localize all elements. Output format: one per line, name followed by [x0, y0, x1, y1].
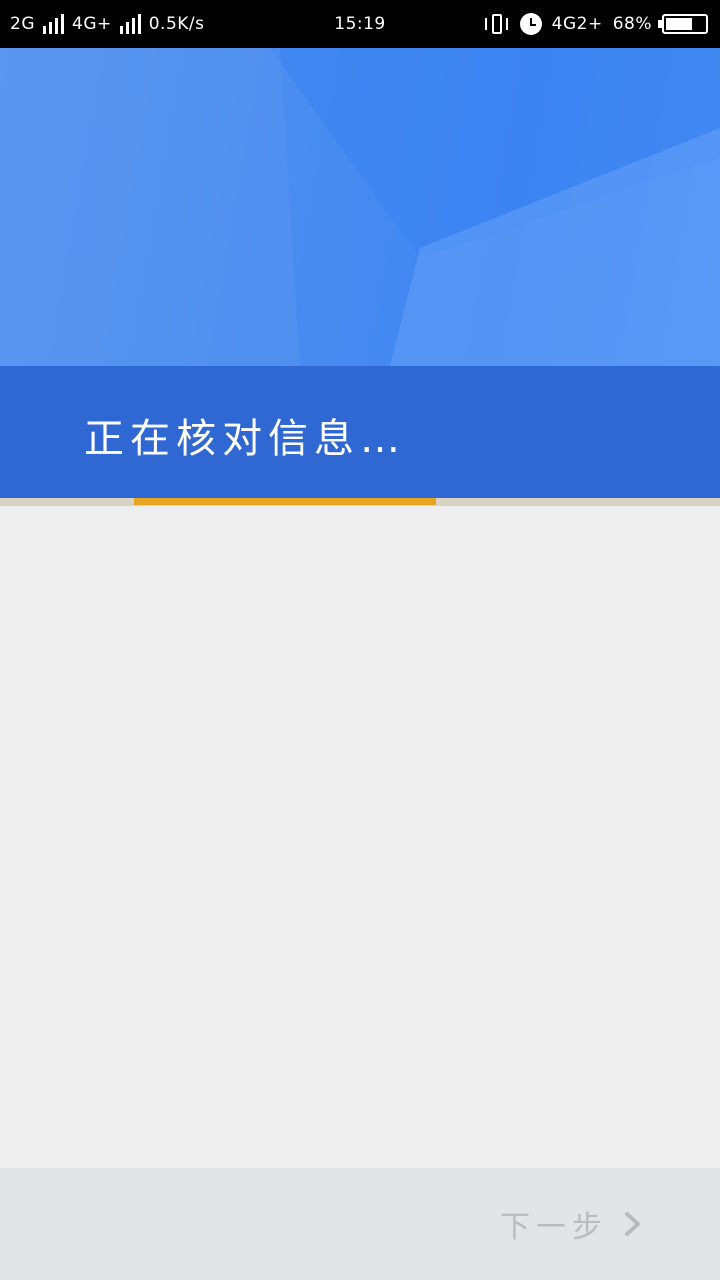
- footer-bar: 下一步: [0, 1168, 720, 1280]
- screen: 2G 4G+ 0.5K/s 15:19 4G2+ 68% 正在核对信息… 下一步: [0, 0, 720, 1280]
- next-step-button[interactable]: 下一步: [500, 1204, 642, 1245]
- alarm-icon: [519, 13, 542, 35]
- signal-icon: [43, 14, 64, 34]
- header-pattern: [0, 48, 720, 366]
- progress-bar: [0, 498, 720, 506]
- status-right: 4G2+ 68%: [484, 0, 708, 48]
- status-time: 15:19: [334, 14, 386, 34]
- status-left: 2G 4G+ 0.5K/s: [10, 0, 205, 48]
- page-title: 正在核对信息…: [84, 416, 406, 462]
- battery-icon: [658, 14, 708, 34]
- battery-level: [666, 18, 692, 30]
- vibrate-icon: [484, 12, 510, 36]
- network-type-2: 4G+: [72, 14, 112, 34]
- status-bar: 2G 4G+ 0.5K/s 15:19 4G2+ 68%: [0, 0, 720, 48]
- header-background: [0, 48, 720, 366]
- progress-fill: [134, 498, 436, 505]
- title-banner: 正在核对信息…: [0, 366, 720, 498]
- network-type-3: 4G2+: [551, 14, 603, 34]
- signal-icon: [119, 14, 141, 34]
- chevron-right-icon: [625, 1212, 640, 1236]
- network-speed: 0.5K/s: [148, 14, 205, 34]
- content-area: [0, 506, 720, 1168]
- next-step-label: 下一步: [500, 1210, 608, 1245]
- network-type-1: 2G: [10, 14, 35, 34]
- battery-percent: 68%: [612, 14, 652, 34]
